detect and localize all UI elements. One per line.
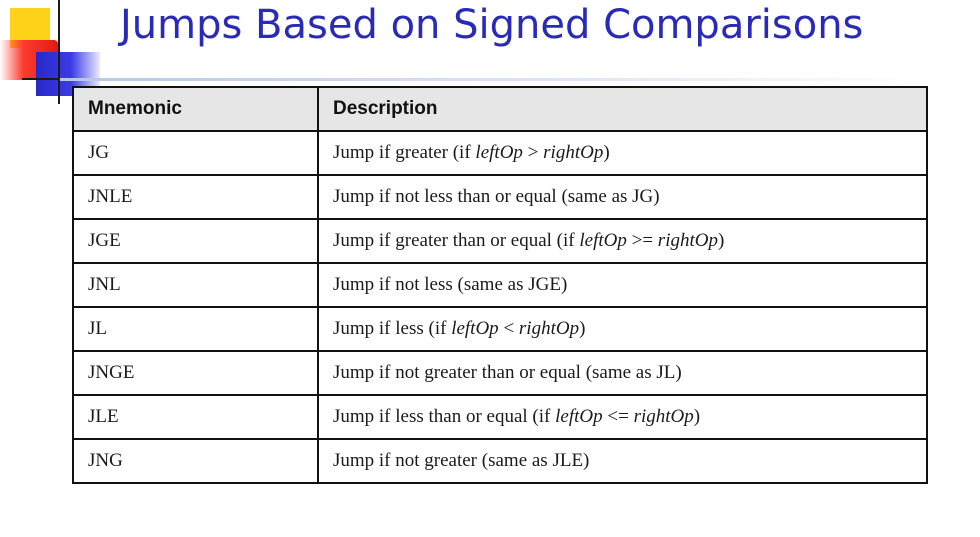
left-operand: leftOp: [475, 142, 523, 163]
table-row: JGE Jump if greater than or equal (if lef…: [72, 218, 929, 264]
right-operand: rightOp: [543, 142, 604, 163]
table-row: JNGE Jump if not greater than or equal (s…: [72, 350, 929, 396]
mnemonic-cell: JNGE: [72, 350, 319, 396]
comparison-operator: <: [498, 318, 519, 339]
description-text: Jump if not greater than or equal (same …: [332, 362, 682, 383]
left-operand: leftOp: [579, 230, 627, 251]
description-text: Jump if not less (same as JGE): [332, 274, 568, 295]
header-description: Description: [316, 86, 929, 132]
description-text: Jump if not greater (same as JLE): [332, 450, 590, 471]
description-closing: ): [717, 230, 725, 251]
description-closing: ): [579, 318, 586, 339]
comparison-operator: >=: [626, 230, 658, 251]
table-body: JG Jump if greater (if leftOp > rightOp) J…: [72, 130, 929, 484]
description-cell: Jump if not greater (same as JLE): [316, 438, 929, 484]
comparison-operator: >: [522, 142, 544, 163]
left-operand: leftOp: [451, 318, 499, 339]
mnemonic-cell: JNG: [72, 438, 319, 484]
mnemonic-cell: JNL: [72, 262, 319, 308]
header-row: Mnemonic Description: [72, 86, 929, 132]
description-closing: ): [603, 142, 610, 163]
jumps-table: Mnemonic Description JG Jump if greater (…: [72, 86, 929, 484]
mnemonic-cell: JGE: [72, 218, 319, 264]
right-operand: rightOp: [657, 230, 718, 251]
table-row: JLE Jump if less than or equal (if leftOp…: [72, 394, 929, 440]
slide-title: Jumps Based on Signed Comparisons: [120, 2, 864, 48]
left-operand: leftOp: [555, 406, 603, 427]
description-closing: ): [693, 406, 701, 427]
description-text: Jump if greater than or equal (if: [332, 230, 580, 251]
table-row: JNL Jump if not less (same as JGE): [72, 262, 929, 308]
table-row: JG Jump if greater (if leftOp > rightOp): [72, 130, 929, 176]
mnemonic-cell: JNLE: [72, 174, 319, 220]
comparison-operator: <=: [602, 406, 634, 427]
table-row: JNLE Jump if not less than or equal (same…: [72, 174, 929, 220]
description-cell: Jump if not greater than or equal (same …: [316, 350, 929, 396]
description-text: Jump if less than or equal (if: [332, 406, 556, 427]
logo-vertical-line: [58, 0, 60, 104]
table-row: JL Jump if less (if leftOp < rightOp): [72, 306, 929, 352]
table-row: JNG Jump if not greater (same as JLE): [72, 438, 929, 484]
title-underline: [60, 78, 928, 81]
jumps-table-container: Mnemonic Description JG Jump if greater (…: [72, 86, 929, 484]
table-header: Mnemonic Description: [72, 86, 929, 132]
description-cell: Jump if not less (same as JGE): [316, 262, 929, 308]
mnemonic-cell: JLE: [72, 394, 319, 440]
mnemonic-cell: JL: [72, 306, 319, 352]
description-cell: Jump if greater than or equal (if leftOp…: [316, 218, 929, 264]
description-text: Jump if not less than or equal (same as …: [332, 186, 660, 207]
mnemonic-cell: JG: [72, 130, 319, 176]
right-operand: rightOp: [633, 406, 694, 427]
description-cell: Jump if not less than or equal (same as …: [316, 174, 929, 220]
header-mnemonic: Mnemonic: [72, 86, 319, 132]
description-cell: Jump if less (if leftOp < rightOp): [316, 306, 929, 352]
right-operand: rightOp: [518, 318, 580, 339]
description-text: Jump if greater (if: [332, 142, 476, 163]
description-text: Jump if less (if: [332, 318, 452, 339]
description-cell: Jump if less than or equal (if leftOp <=…: [316, 394, 929, 440]
description-cell: Jump if greater (if leftOp > rightOp): [316, 130, 929, 176]
